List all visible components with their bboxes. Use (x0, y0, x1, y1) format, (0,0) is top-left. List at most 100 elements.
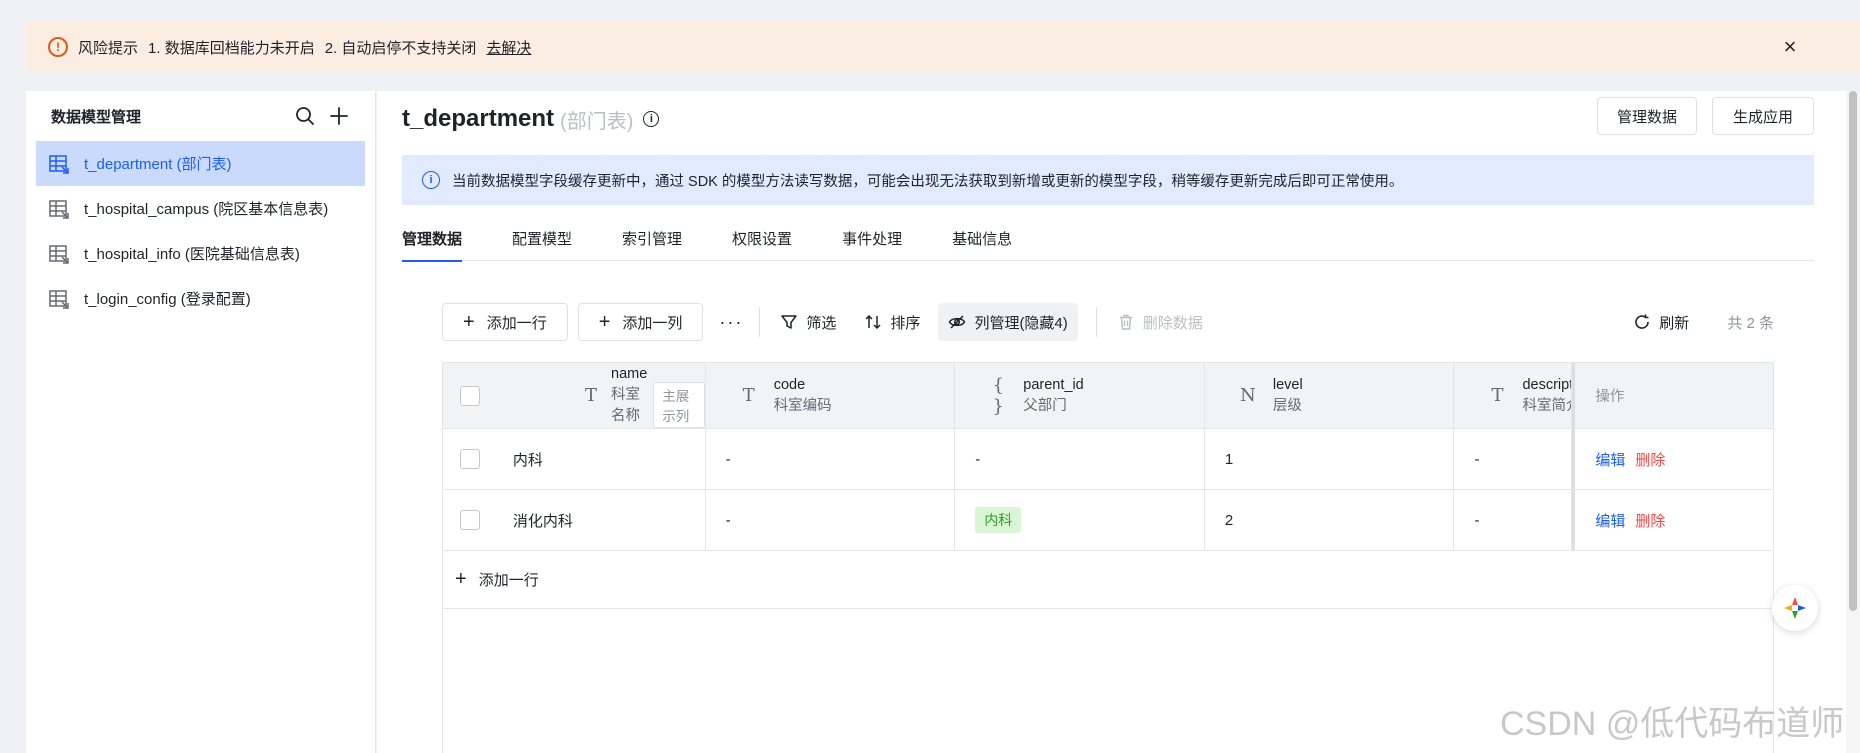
add-column-label: 添加一列 (622, 314, 683, 332)
add-row-inline-button[interactable]: + 添加一行 (443, 551, 1773, 609)
text-type-icon: T (584, 385, 597, 406)
column-header-code[interactable]: T code 科室编码 (706, 363, 956, 428)
cell-parent[interactable]: 内科 (955, 490, 1205, 550)
delete-data-button[interactable]: 删除数据 (1107, 303, 1213, 341)
row-checkbox[interactable] (460, 449, 481, 469)
watermark: CSDN @低代码布道师 (1500, 705, 1845, 743)
tab-event-handling[interactable]: 事件处理 (842, 219, 902, 261)
column-label: 科室简介 (1522, 397, 1571, 414)
column-field: description (1522, 376, 1573, 393)
warning-icon: ! (48, 37, 68, 57)
edit-link[interactable]: 编辑 (1595, 510, 1625, 531)
column-label: 父部门 (1023, 397, 1067, 414)
tab-bar: 管理数据 配置模型 索引管理 权限设置 事件处理 基础信息 (402, 219, 1814, 262)
column-label: 科室编码 (773, 397, 832, 414)
sidebar-item-label: t_hospital_info (医院基础信息表) (84, 246, 300, 263)
table-row[interactable]: 消化内科 - 内科 2 - 编辑 删除 (443, 490, 1773, 551)
row-checkbox[interactable] (460, 510, 481, 530)
column-header-description[interactable]: T description 科室简介 (1454, 363, 1573, 428)
column-header-parent-id[interactable]: { } parent_id 父部门 (955, 363, 1205, 428)
add-row-button[interactable]: + 添加一行 (442, 303, 568, 341)
delete-link[interactable]: 删除 (1635, 449, 1665, 470)
data-toolbar: + 添加一行 + 添加一列 ··· 筛选 排序 列管理(隐藏4) 删除数据 刷新… (442, 303, 1774, 341)
column-label: 科室名称 (611, 387, 640, 424)
trash-icon (1119, 314, 1132, 330)
search-icon[interactable] (294, 105, 316, 127)
vertical-scrollbar[interactable] (1846, 91, 1860, 753)
record-count: 共 2 条 (1727, 314, 1774, 332)
text-type-icon: T (742, 385, 755, 406)
column-header-name[interactable]: T name 科室名称 主展示列 (498, 363, 706, 428)
cell-code[interactable]: - (706, 490, 956, 550)
sort-button[interactable]: 排序 (854, 303, 930, 341)
cell-name[interactable]: 内科 (498, 429, 706, 489)
add-model-icon[interactable] (328, 105, 350, 127)
scrollbar-thumb[interactable] (1849, 91, 1857, 611)
column-header-actions: 操作 (1572, 363, 1773, 428)
tab-permission-settings[interactable]: 权限设置 (732, 219, 792, 261)
table-model-icon (49, 244, 69, 264)
resolve-link[interactable]: 去解决 (486, 37, 531, 58)
tab-manage-data[interactable]: 管理数据 (402, 219, 463, 262)
eye-off-icon (949, 315, 966, 329)
cell-name[interactable]: 消化内科 (498, 490, 706, 550)
table-row[interactable]: 内科 - - 1 - 编辑 删除 (443, 429, 1773, 490)
tab-index-management[interactable]: 索引管理 (622, 219, 682, 261)
sidebar-item-label: t_department (部门表) (84, 156, 232, 173)
actions-header: 操作 (1595, 389, 1625, 405)
column-header-level[interactable]: N level 层级 (1205, 363, 1455, 428)
close-icon[interactable]: × (1778, 35, 1802, 59)
delete-link[interactable]: 删除 (1635, 510, 1665, 531)
table-model-icon (49, 154, 69, 174)
refresh-button[interactable]: 刷新 (1623, 303, 1699, 341)
add-row-label: 添加一行 (486, 314, 547, 332)
sidebar-header: 数据模型管理 (26, 91, 375, 141)
toolbar-divider (759, 307, 761, 337)
plus-icon: + (455, 568, 467, 590)
tab-basic-info[interactable]: 基础信息 (952, 219, 1012, 261)
plus-icon: + (598, 311, 611, 333)
info-icon[interactable]: i (643, 111, 660, 127)
info-icon: i (422, 171, 440, 189)
sort-icon (865, 314, 881, 330)
parent-reference-tag[interactable]: 内科 (975, 507, 1022, 533)
generate-app-button[interactable]: 生成应用 (1712, 97, 1814, 135)
sidebar-item-t-login-config[interactable]: t_login_config (登录配置) (36, 276, 365, 321)
cell-description[interactable]: - (1454, 490, 1573, 550)
refresh-icon (1635, 314, 1650, 329)
alert-title: 风险提示 (78, 39, 139, 57)
plus-icon: + (463, 311, 475, 333)
sidebar-item-t-department[interactable]: t_department (部门表) (36, 141, 365, 186)
assistant-logo-icon (1784, 597, 1806, 619)
primary-column-tag: 主展示列 (653, 381, 705, 428)
column-field: parent_id (1023, 376, 1084, 393)
sidebar-item-t-hospital-info[interactable]: t_hospital_info (医院基础信息表) (36, 231, 365, 276)
filter-button[interactable]: 筛选 (770, 303, 846, 341)
tab-config-model[interactable]: 配置模型 (512, 219, 572, 261)
select-all-checkbox[interactable] (460, 385, 481, 406)
text-type-icon: T (1491, 385, 1504, 406)
add-row-inline-label: 添加一行 (478, 572, 539, 589)
column-manage-button[interactable]: 列管理(隐藏4) (938, 303, 1078, 341)
row-actions: 编辑 删除 (1572, 429, 1773, 489)
column-label: 层级 (1272, 397, 1302, 414)
cell-level[interactable]: 1 (1205, 429, 1455, 489)
delete-data-label: 删除数据 (1142, 314, 1203, 332)
sidebar-item-t-hospital-campus[interactable]: t_hospital_campus (院区基本信息表) (36, 186, 365, 231)
risk-alert-bar: ! 风险提示 1. 数据库回档能力未开启 2. 自动启停不支持关闭 去解决 × (26, 22, 1860, 72)
table-header: T name 科室名称 主展示列 T code 科室编码 { } parent_… (443, 363, 1773, 429)
filter-label: 筛选 (806, 314, 837, 332)
page-subtitle: (部门表) (560, 110, 634, 133)
cell-code[interactable]: - (706, 429, 956, 489)
model-sidebar: 数据模型管理 t_department (部门表) t_hospital_cam… (26, 91, 376, 753)
refresh-label: 刷新 (1659, 314, 1690, 332)
more-icon[interactable]: ··· (713, 303, 749, 341)
add-column-button[interactable]: + 添加一列 (577, 303, 704, 341)
edit-link[interactable]: 编辑 (1595, 449, 1625, 470)
notice-text: 当前数据模型字段缓存更新中，通过 SDK 的模型方法读写数据，可能会出现无法获取… (452, 173, 1404, 190)
cell-description[interactable]: - (1454, 429, 1573, 489)
cell-level[interactable]: 2 (1205, 490, 1455, 550)
cell-parent[interactable]: - (955, 429, 1205, 489)
manage-data-button[interactable]: 管理数据 (1597, 97, 1697, 135)
assistant-fab[interactable] (1772, 585, 1818, 631)
